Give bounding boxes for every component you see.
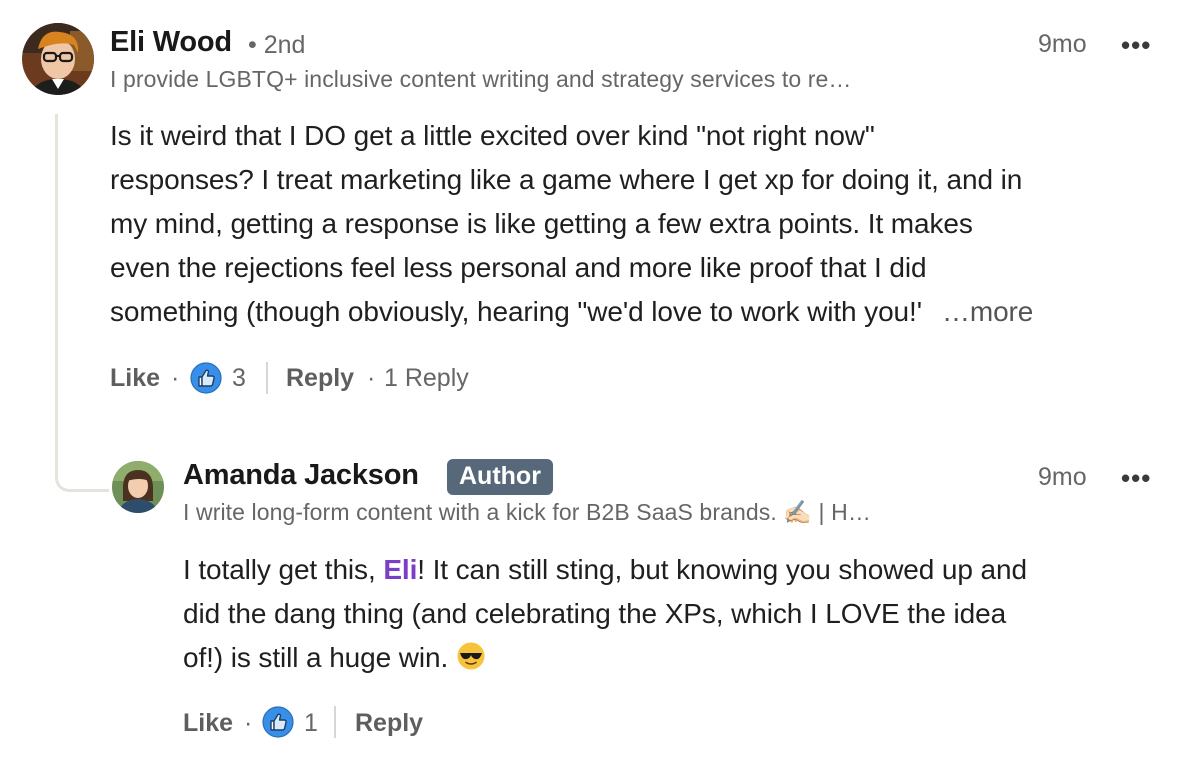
replier-headline: I write long-form content with a kick fo… — [183, 499, 871, 525]
action-divider — [266, 362, 268, 394]
action-divider — [334, 706, 336, 738]
replier-name[interactable]: Amanda Jackson — [183, 459, 419, 492]
comment-text-line: Is it weird that I DO get a little excit… — [110, 120, 875, 151]
author-badge: Author — [447, 459, 553, 495]
mention-link[interactable]: Eli — [383, 554, 417, 585]
reply-text: I totally get this, Eli! It can still st… — [183, 548, 1193, 684]
like-button[interactable]: Like — [183, 709, 233, 738]
like-button[interactable]: Like — [110, 364, 160, 393]
comment-text-line: even the rejections feel less personal a… — [110, 252, 927, 283]
comment-text: Is it weird that I DO get a little excit… — [110, 114, 1190, 334]
replies-count-link[interactable]: 1 Reply — [384, 364, 469, 393]
reply-text-fragment: I totally get this, — [183, 554, 384, 585]
connection-degree: • 2nd — [248, 31, 306, 59]
reply-text-line: of!) is still a huge win. — [183, 636, 1193, 684]
comment-text-line: something (though obviously, hearing "we… — [110, 290, 1190, 334]
reply-button[interactable]: Reply — [355, 709, 423, 738]
comment-timestamp: 9mo — [1038, 30, 1087, 58]
reply-button[interactable]: Reply — [286, 364, 354, 393]
reaction-count[interactable]: 1 — [304, 709, 318, 738]
reply-timestamp: 9mo — [1038, 463, 1087, 491]
separator-dot: · — [171, 364, 180, 392]
reaction-count[interactable]: 3 — [232, 364, 246, 393]
separator-dot: · — [367, 364, 376, 392]
comment-text-line: responses? I treat marketing like a game… — [110, 164, 1023, 195]
thumbs-up-icon[interactable] — [262, 706, 294, 738]
thumbs-up-icon[interactable] — [190, 362, 222, 394]
comment-text-line: my mind, getting a response is like gett… — [110, 208, 973, 239]
more-options-icon[interactable]: ••• — [1121, 463, 1151, 494]
reply-text-fragment: of!) is still a huge win. — [183, 642, 449, 673]
see-more-link[interactable]: …more — [942, 296, 1033, 327]
avatar[interactable] — [112, 461, 164, 513]
reply-text-fragment: ! It can still sting, but knowing you sh… — [417, 554, 1027, 585]
more-options-icon[interactable]: ••• — [1121, 30, 1151, 61]
comment-text-line-last: something (though obviously, hearing "we… — [110, 296, 922, 327]
sunglasses-emoji-icon — [456, 640, 486, 684]
thread-connector-line — [55, 114, 109, 492]
commenter-headline: I provide LGBTQ+ inclusive content writi… — [110, 66, 852, 92]
avatar[interactable] — [22, 23, 94, 95]
reply-text-line: I totally get this, Eli! It can still st… — [183, 548, 1193, 592]
commenter-name[interactable]: Eli Wood — [110, 26, 232, 59]
separator-dot: · — [244, 709, 253, 737]
reply-text-line: did the dang thing (and celebrating the … — [183, 598, 1007, 629]
